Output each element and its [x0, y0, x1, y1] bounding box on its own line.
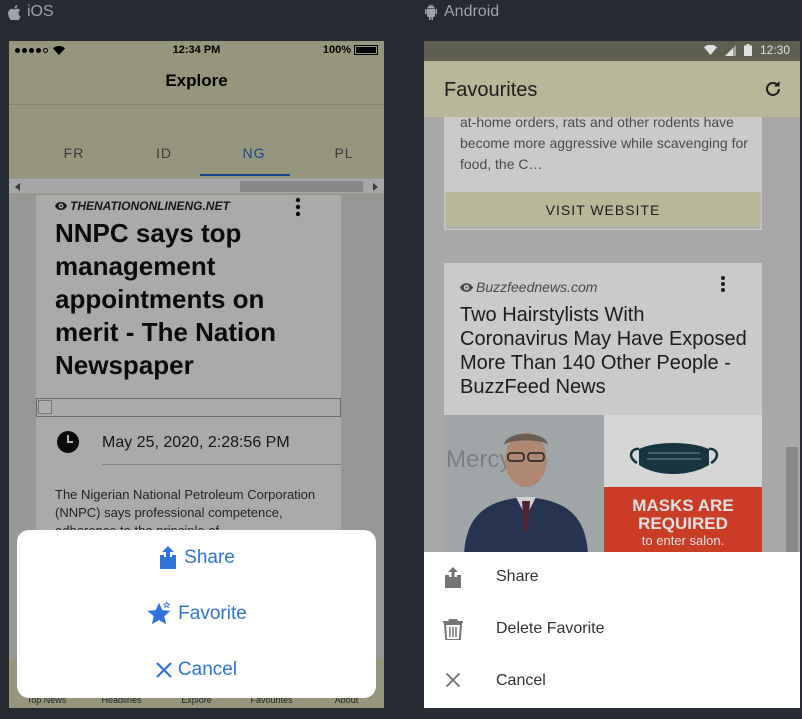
share-button[interactable]: Share [17, 530, 376, 586]
share-icon [160, 546, 177, 569]
favorite-button[interactable]: Favorite [17, 586, 376, 642]
delete-favorite-label: Delete Favorite [496, 620, 605, 637]
android-label-text: Android [444, 3, 500, 20]
android-bottom-sheet: Share Delete Favorite Cancel [424, 552, 800, 708]
cancel-label: Cancel [177, 659, 238, 680]
cancel-button[interactable]: Cancel [424, 656, 800, 708]
share-label: Share [184, 547, 235, 568]
cancel-label: Cancel [496, 672, 546, 689]
android-device-screen: 12:30 Favourites at-home orders, rats an… [424, 41, 800, 708]
share-icon [445, 567, 461, 588]
favorite-label: Favorite [178, 603, 247, 624]
ios-device-screen: 12:34 PM 100% Explore FR ID NG PL THENAT… [9, 41, 384, 708]
share-label: Share [496, 568, 539, 585]
apple-icon [8, 4, 21, 20]
close-icon [445, 672, 461, 688]
cancel-button[interactable]: Cancel [17, 642, 376, 698]
ios-label-text: iOS [27, 3, 54, 20]
android-robot-icon [425, 4, 437, 20]
delete-favorite-button[interactable]: Delete Favorite [424, 604, 800, 656]
trash-icon [443, 619, 463, 640]
ios-action-sheet: Share Favorite Cancel [17, 530, 376, 698]
ios-platform-label: iOS [8, 2, 54, 22]
share-button[interactable]: Share [424, 552, 800, 604]
close-icon [156, 662, 172, 678]
star-icon [147, 601, 171, 625]
android-platform-label: Android [424, 2, 499, 22]
